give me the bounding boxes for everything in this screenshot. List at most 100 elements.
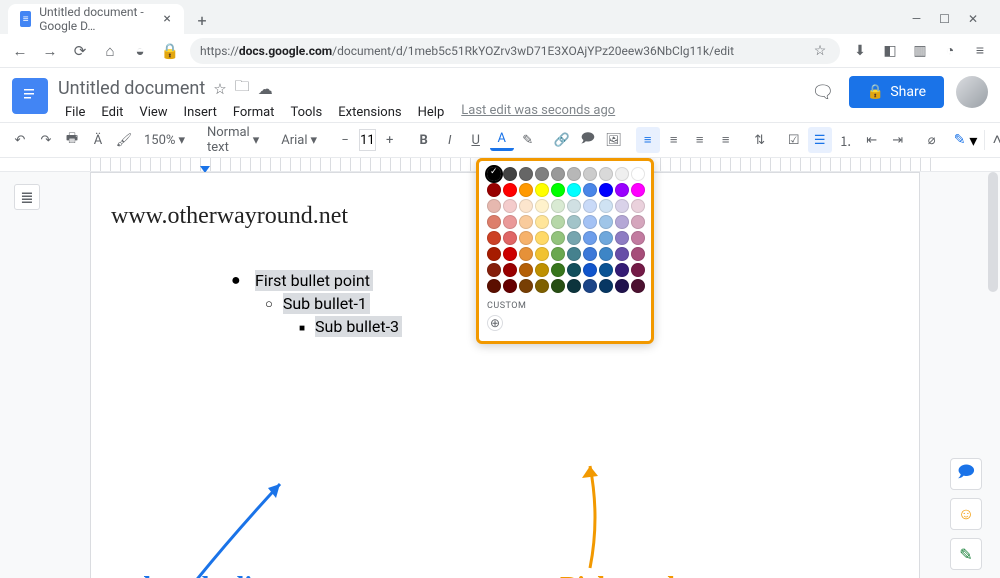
bold-icon[interactable]: B xyxy=(412,127,436,153)
align-right-icon[interactable]: ≡ xyxy=(688,127,712,153)
menu-format[interactable]: Format xyxy=(226,103,282,122)
color-swatch[interactable] xyxy=(567,215,581,229)
color-swatch[interactable] xyxy=(503,279,517,293)
bulleted-list-icon[interactable]: ☰ xyxy=(808,127,832,153)
color-swatch[interactable] xyxy=(503,247,517,261)
color-swatch[interactable] xyxy=(599,263,613,277)
color-swatch[interactable] xyxy=(519,199,533,213)
library-icon[interactable]: ▥ xyxy=(910,41,930,61)
browser-tab[interactable]: ≡ Untitled document - Google D… × xyxy=(8,4,184,34)
account-icon[interactable]: ◧ xyxy=(880,41,900,61)
color-swatch[interactable] xyxy=(487,167,501,181)
move-icon[interactable]: 🗀 xyxy=(235,76,250,101)
color-swatch[interactable] xyxy=(503,167,517,181)
color-swatch[interactable] xyxy=(567,247,581,261)
color-swatch[interactable] xyxy=(599,231,613,245)
color-swatch[interactable] xyxy=(583,215,597,229)
increase-indent-icon[interactable]: ⇥ xyxy=(886,127,910,153)
paint-format-icon[interactable]: 🖌 xyxy=(112,127,136,153)
color-swatch[interactable] xyxy=(615,199,629,213)
comment-history-icon[interactable]: 🗨 xyxy=(809,78,837,106)
color-swatch[interactable] xyxy=(519,167,533,181)
document-title[interactable]: Untitled document xyxy=(58,78,205,99)
back-icon[interactable]: ← xyxy=(10,41,30,61)
outline-toggle-icon[interactable]: ≣ xyxy=(14,184,40,210)
color-swatch[interactable] xyxy=(535,183,549,197)
extensions-icon[interactable]: ◔ xyxy=(940,41,960,61)
color-swatch[interactable] xyxy=(615,231,629,245)
color-swatch[interactable] xyxy=(599,167,613,181)
color-swatch[interactable] xyxy=(631,183,645,197)
menu-view[interactable]: View xyxy=(132,103,174,122)
color-swatch[interactable] xyxy=(615,183,629,197)
color-swatch[interactable] xyxy=(551,183,565,197)
italic-icon[interactable]: I xyxy=(438,127,462,153)
color-swatch[interactable] xyxy=(503,199,517,213)
color-swatch[interactable] xyxy=(535,279,549,293)
vertical-scrollbar[interactable] xyxy=(988,172,998,292)
increase-font-icon[interactable]: + xyxy=(378,127,402,153)
redo-icon[interactable]: ↷ xyxy=(34,127,58,153)
color-swatch[interactable] xyxy=(535,247,549,261)
color-swatch[interactable] xyxy=(615,215,629,229)
last-edit-text[interactable]: Last edit was seconds ago xyxy=(461,103,615,122)
menu-tools[interactable]: Tools xyxy=(283,103,329,122)
color-swatch[interactable] xyxy=(551,167,565,181)
insert-link-icon[interactable]: 🔗 xyxy=(550,127,574,153)
color-swatch[interactable] xyxy=(631,247,645,261)
color-swatch[interactable] xyxy=(599,279,613,293)
bullet-text[interactable]: First bullet point xyxy=(255,270,373,291)
color-swatch[interactable] xyxy=(535,167,549,181)
color-swatch[interactable] xyxy=(615,263,629,277)
cloud-icon[interactable]: ☁ xyxy=(258,80,273,98)
docs-logo-icon[interactable] xyxy=(12,78,48,114)
font-size-input[interactable]: 11 xyxy=(359,129,376,151)
color-swatch[interactable] xyxy=(583,167,597,181)
hide-menus-icon[interactable]: ˄ xyxy=(992,130,1000,150)
close-tab-icon[interactable]: × xyxy=(162,12,172,26)
color-swatch[interactable] xyxy=(551,247,565,261)
undo-icon[interactable]: ↶ xyxy=(8,127,32,153)
color-swatch[interactable] xyxy=(631,279,645,293)
forward-icon[interactable]: → xyxy=(40,41,60,61)
color-swatch[interactable] xyxy=(535,199,549,213)
menu-icon[interactable]: ≡ xyxy=(970,41,990,61)
star-icon[interactable]: ☆ xyxy=(213,80,226,98)
suggest-edits-icon[interactable]: ✎ xyxy=(950,538,982,570)
color-swatch[interactable] xyxy=(519,183,533,197)
menu-insert[interactable]: Insert xyxy=(177,103,224,122)
add-comment-icon[interactable]: 🗩 xyxy=(576,127,600,153)
color-swatch[interactable] xyxy=(551,279,565,293)
reload-icon[interactable]: ⟳ xyxy=(70,41,90,61)
color-swatch[interactable] xyxy=(615,167,629,181)
color-swatch[interactable] xyxy=(567,231,581,245)
color-swatch[interactable] xyxy=(583,279,597,293)
color-swatch[interactable] xyxy=(487,263,501,277)
color-swatch[interactable] xyxy=(503,215,517,229)
color-swatch[interactable] xyxy=(615,247,629,261)
color-swatch[interactable] xyxy=(551,263,565,277)
decrease-font-icon[interactable]: − xyxy=(333,127,357,153)
color-swatch[interactable] xyxy=(535,263,549,277)
color-swatch[interactable] xyxy=(631,199,645,213)
color-swatch[interactable] xyxy=(583,183,597,197)
paragraph-style-select[interactable]: Normal text▾ xyxy=(201,127,265,153)
bullet-text[interactable]: Sub bullet-1 xyxy=(283,293,370,314)
menu-edit[interactable]: Edit xyxy=(94,103,130,122)
font-select[interactable]: Arial▾ xyxy=(275,127,323,153)
color-swatch[interactable] xyxy=(503,263,517,277)
home-icon[interactable]: ⌂ xyxy=(100,41,120,61)
numbered-list-icon[interactable]: ⒈ xyxy=(834,127,858,153)
color-swatch[interactable] xyxy=(599,215,613,229)
emoji-reaction-icon[interactable]: ☺ xyxy=(950,498,982,530)
color-swatch[interactable] xyxy=(631,215,645,229)
color-swatch[interactable] xyxy=(551,231,565,245)
color-swatch[interactable] xyxy=(615,279,629,293)
color-swatch[interactable] xyxy=(487,215,501,229)
add-custom-color-icon[interactable]: ⊕ xyxy=(487,315,503,331)
color-swatch[interactable] xyxy=(631,231,645,245)
color-swatch[interactable] xyxy=(487,247,501,261)
url-input[interactable]: https://docs.google.com/document/d/1meb5… xyxy=(190,38,840,64)
underline-icon[interactable]: U xyxy=(464,127,488,153)
spellcheck-icon[interactable]: Ӓ xyxy=(86,127,110,153)
